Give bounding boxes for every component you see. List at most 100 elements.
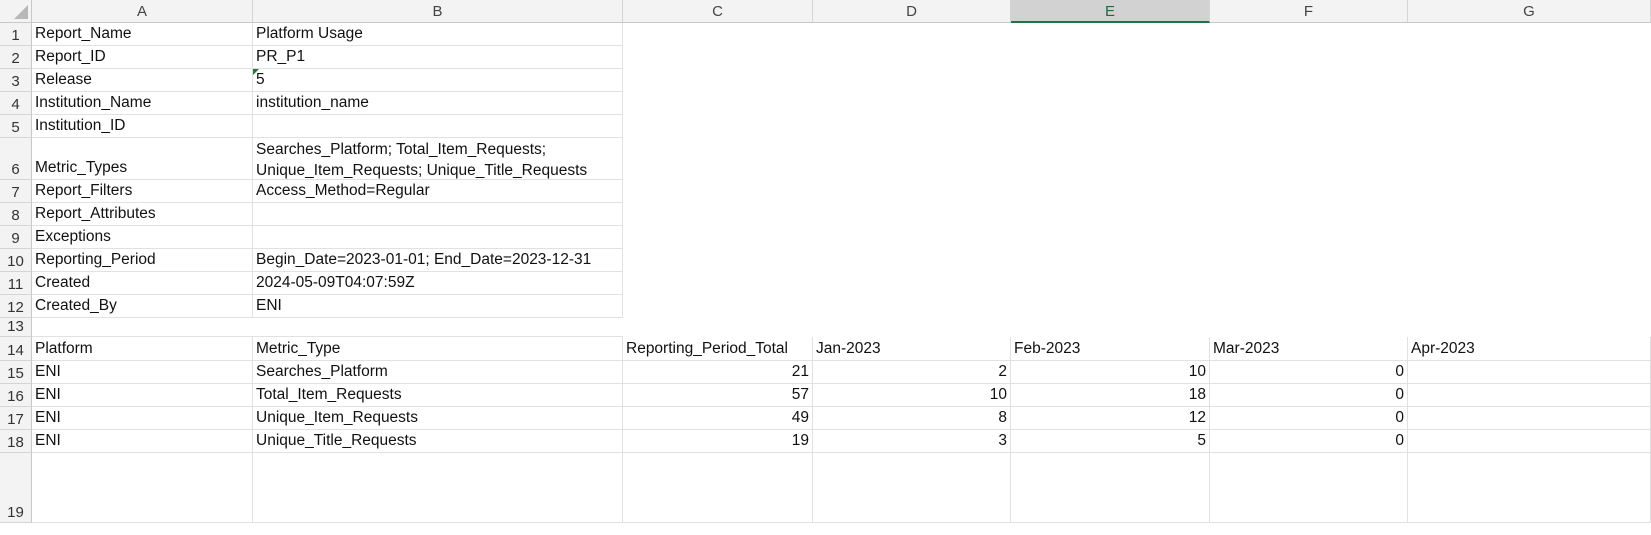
cell-d4[interactable] (813, 92, 1011, 115)
column-header-g[interactable]: G (1408, 0, 1651, 23)
row-header-15[interactable]: 15 (0, 361, 32, 384)
cell-e16[interactable]: 18 (1011, 384, 1210, 407)
cell-g13[interactable] (1408, 318, 1651, 337)
cell-d1[interactable] (813, 23, 1011, 46)
cell-a5[interactable]: Institution_ID (32, 115, 253, 138)
row-header-4[interactable]: 4 (0, 92, 32, 115)
cell-g14[interactable]: Apr-2023 (1408, 337, 1651, 361)
row-header-14[interactable]: 14 (0, 337, 32, 361)
cell-d8[interactable] (813, 203, 1011, 226)
row-header-11[interactable]: 11 (0, 272, 32, 295)
cell-a3[interactable]: Release (32, 69, 253, 92)
cell-e11[interactable] (1011, 272, 1210, 295)
cell-f1[interactable] (1210, 23, 1408, 46)
cell-g18[interactable] (1408, 430, 1651, 453)
cell-g3[interactable] (1408, 69, 1651, 92)
cell-g17[interactable] (1408, 407, 1651, 430)
cell-e3[interactable] (1011, 69, 1210, 92)
error-indicator-icon[interactable] (253, 69, 259, 75)
cell-c2[interactable] (623, 46, 813, 69)
cell-d3[interactable] (813, 69, 1011, 92)
cell-b11[interactable]: 2024-05-09T04:07:59Z (253, 272, 623, 295)
cell-c5[interactable] (623, 115, 813, 138)
cell-e4[interactable] (1011, 92, 1210, 115)
cell-d6[interactable] (813, 138, 1011, 180)
cell-c7[interactable] (623, 180, 813, 203)
cell-d15[interactable]: 2 (813, 361, 1011, 384)
cell-g4[interactable] (1408, 92, 1651, 115)
cell-g12[interactable] (1408, 295, 1651, 318)
row-header-13[interactable]: 13 (0, 318, 32, 337)
cell-d19[interactable] (813, 453, 1011, 523)
cell-a19[interactable] (32, 453, 253, 523)
column-header-f[interactable]: F (1210, 0, 1408, 23)
cell-e7[interactable] (1011, 180, 1210, 203)
cell-f3[interactable] (1210, 69, 1408, 92)
row-header-1[interactable]: 1 (0, 23, 32, 46)
cell-g15[interactable] (1408, 361, 1651, 384)
cell-c13[interactable] (623, 318, 813, 337)
cell-f6[interactable] (1210, 138, 1408, 180)
cell-c8[interactable] (623, 203, 813, 226)
cell-g7[interactable] (1408, 180, 1651, 203)
cell-c10[interactable] (623, 249, 813, 272)
cell-f4[interactable] (1210, 92, 1408, 115)
cell-a6[interactable]: Metric_Types (32, 138, 253, 180)
cell-e12[interactable] (1011, 295, 1210, 318)
cell-d2[interactable] (813, 46, 1011, 69)
row-header-17[interactable]: 17 (0, 407, 32, 430)
cell-e2[interactable] (1011, 46, 1210, 69)
cell-b16[interactable]: Total_Item_Requests (253, 384, 623, 407)
cell-b9[interactable] (253, 226, 623, 249)
cell-a14[interactable]: Platform (32, 337, 253, 361)
cell-d7[interactable] (813, 180, 1011, 203)
row-header-6[interactable]: 6 (0, 138, 32, 180)
cell-a7[interactable]: Report_Filters (32, 180, 253, 203)
cell-g6[interactable] (1408, 138, 1651, 180)
row-header-19[interactable]: 19 (0, 453, 32, 523)
select-all-button[interactable] (0, 0, 32, 23)
cell-e1[interactable] (1011, 23, 1210, 46)
cell-c12[interactable] (623, 295, 813, 318)
cell-b10[interactable]: Begin_Date=2023-01-01; End_Date=2023-12-… (253, 249, 623, 272)
cell-e17[interactable]: 12 (1011, 407, 1210, 430)
row-header-3[interactable]: 3 (0, 69, 32, 92)
cell-b1[interactable]: Platform Usage (253, 23, 623, 46)
column-header-d[interactable]: D (813, 0, 1011, 23)
cell-b3[interactable]: 5 (253, 69, 623, 92)
row-header-7[interactable]: 7 (0, 180, 32, 203)
cell-a4[interactable]: Institution_Name (32, 92, 253, 115)
cell-f7[interactable] (1210, 180, 1408, 203)
row-header-8[interactable]: 8 (0, 203, 32, 226)
cell-g5[interactable] (1408, 115, 1651, 138)
cell-c4[interactable] (623, 92, 813, 115)
cell-f13[interactable] (1210, 318, 1408, 337)
cell-d12[interactable] (813, 295, 1011, 318)
cell-g2[interactable] (1408, 46, 1651, 69)
cell-g8[interactable] (1408, 203, 1651, 226)
cell-a13[interactable] (32, 318, 253, 337)
cell-c6[interactable] (623, 138, 813, 180)
cell-g10[interactable] (1408, 249, 1651, 272)
cell-b12[interactable]: ENI (253, 295, 623, 318)
cell-a8[interactable]: Report_Attributes (32, 203, 253, 226)
cell-b2[interactable]: PR_P1 (253, 46, 623, 69)
cell-e5[interactable] (1011, 115, 1210, 138)
column-header-e[interactable]: E (1011, 0, 1210, 23)
cell-f16[interactable]: 0 (1210, 384, 1408, 407)
cell-d5[interactable] (813, 115, 1011, 138)
cell-a1[interactable]: Report_Name (32, 23, 253, 46)
cell-b15[interactable]: Searches_Platform (253, 361, 623, 384)
cell-d17[interactable]: 8 (813, 407, 1011, 430)
cell-f8[interactable] (1210, 203, 1408, 226)
row-header-18[interactable]: 18 (0, 430, 32, 453)
cell-a2[interactable]: Report_ID (32, 46, 253, 69)
row-header-12[interactable]: 12 (0, 295, 32, 318)
column-header-b[interactable]: B (253, 0, 623, 23)
cell-a15[interactable]: ENI (32, 361, 253, 384)
cell-e14[interactable]: Feb-2023 (1011, 337, 1210, 361)
cell-g11[interactable] (1408, 272, 1651, 295)
cell-c15[interactable]: 21 (623, 361, 813, 384)
cell-f15[interactable]: 0 (1210, 361, 1408, 384)
cell-b18[interactable]: Unique_Title_Requests (253, 430, 623, 453)
